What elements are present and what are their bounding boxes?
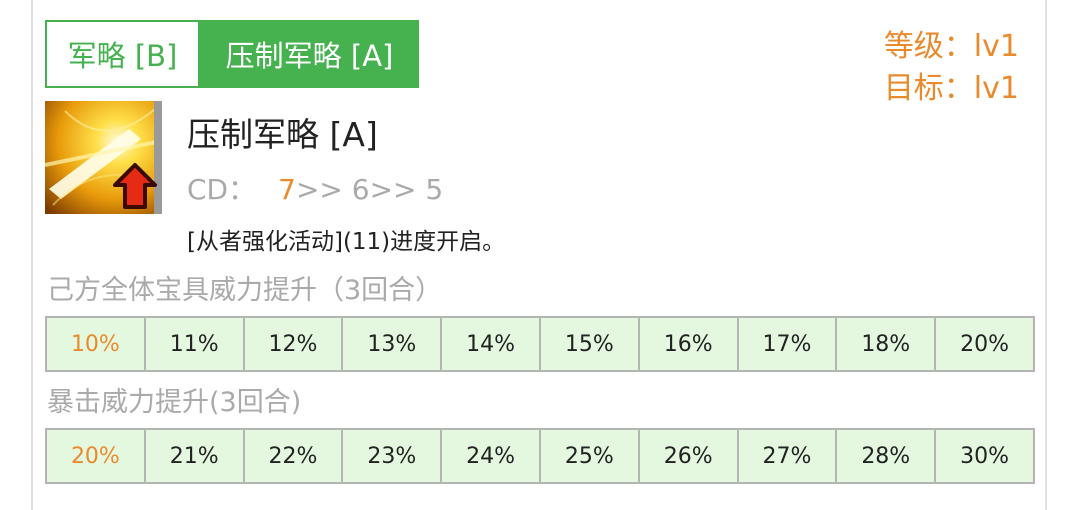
value-cell: 20%	[960, 331, 1010, 357]
value-cell: 17%	[739, 318, 838, 370]
value-cell: 18%	[837, 318, 937, 370]
cooldown-progression: >> 6>> 5	[295, 173, 444, 206]
cooldown-line: CD： 7>> 6>> 5	[187, 168, 443, 208]
cooldown-label: CD：	[187, 173, 257, 206]
value-cell: 30%	[960, 443, 1010, 469]
level-info: 等级：lv1 目标：lv1	[884, 26, 1019, 110]
value-cell: 14%	[442, 318, 541, 370]
current-level: 等级：lv1	[883, 29, 1019, 64]
value-cell: 25%	[541, 430, 640, 482]
effect-values-crit-damage: 20% 21% 22% 23% 24% 25% 26% 27% 28% 30%	[45, 428, 1035, 484]
target-level: 目标：lv1	[883, 71, 1019, 106]
value-cell: 11%	[146, 318, 245, 370]
effect-title-crit-damage: 暴击威力提升(3回合)	[47, 387, 302, 418]
effect-values-np-damage: 10% 11% 12% 13% 14% 15% 16% 17% 18% 20%	[45, 316, 1035, 372]
unlock-note: [从者强化活动](11)进度开启。	[187, 229, 506, 255]
value-cell: 22%	[245, 430, 344, 482]
tab-skill-a[interactable]: 压制军略 [A]	[200, 20, 419, 88]
value-cell: 23%	[343, 430, 443, 482]
value-cell: 24%	[442, 430, 541, 482]
value-cell: 26%	[640, 430, 739, 482]
skill-name: 压制军略 [A]	[187, 115, 378, 154]
value-cell: 27%	[739, 430, 838, 482]
value-cell: 16%	[640, 318, 739, 370]
card-right-border	[1045, 0, 1047, 510]
value-cell: 13%	[343, 318, 443, 370]
tab-skill-b[interactable]: 军略 [B]	[45, 20, 200, 88]
value-cell: 20%	[47, 430, 146, 482]
value-cell: 28%	[837, 430, 937, 482]
value-cell: 10%	[47, 318, 146, 370]
value-cell: 15%	[541, 318, 640, 370]
skill-tabs: 军略 [B] 压制军略 [A]	[45, 20, 419, 88]
value-cell: 21%	[146, 430, 245, 482]
cooldown-current: 7	[278, 173, 296, 206]
effect-title-np-damage: 己方全体宝具威力提升（3回合）	[47, 275, 443, 306]
card-left-border	[31, 0, 33, 510]
skill-upgrade-icon	[45, 101, 162, 214]
value-cell: 12%	[245, 318, 344, 370]
